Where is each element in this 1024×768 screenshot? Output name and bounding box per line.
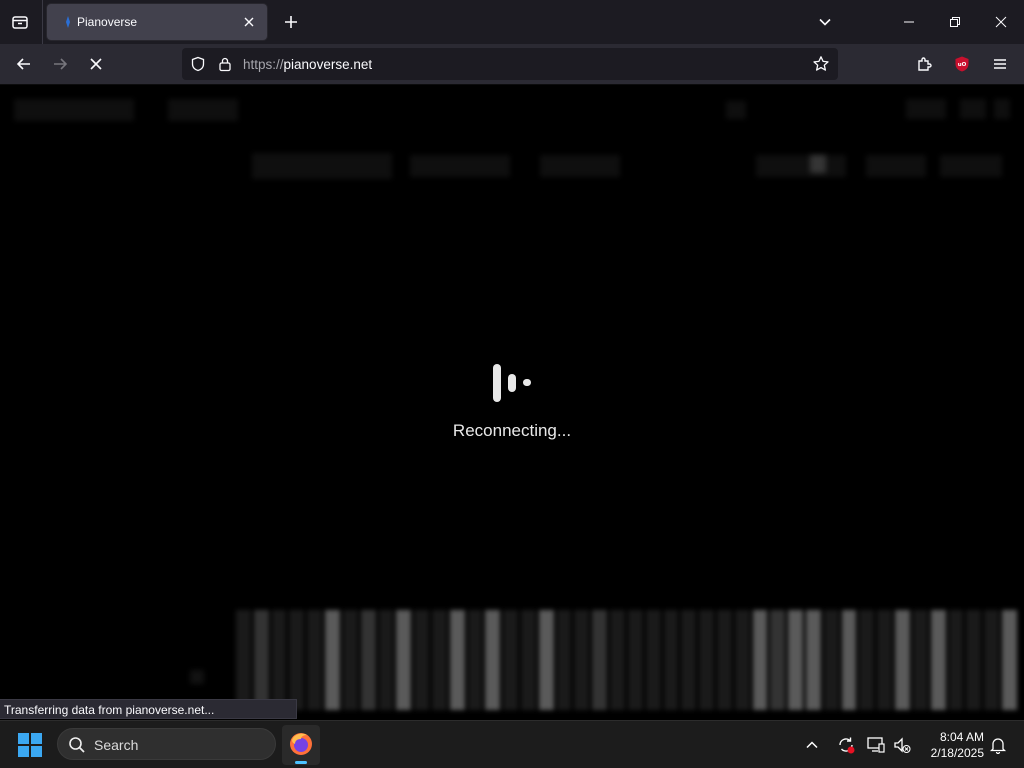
puzzle-icon xyxy=(918,57,932,71)
close-icon xyxy=(90,58,102,70)
network-monitor-icon xyxy=(867,737,885,753)
firefox-taskbar-button[interactable] xyxy=(282,725,320,765)
close-tab-button[interactable] xyxy=(237,10,261,34)
restore-window-button[interactable] xyxy=(932,0,978,44)
blurred-toolbar xyxy=(756,155,846,177)
pianoverse-favicon-icon xyxy=(66,16,70,28)
list-all-tabs-button[interactable] xyxy=(4,6,36,38)
restore-icon xyxy=(950,17,960,27)
ublock-shield-icon: uO xyxy=(955,56,969,72)
blurred-toolbar xyxy=(866,155,926,177)
plus-icon xyxy=(285,16,297,28)
close-icon xyxy=(995,16,1007,28)
new-tab-button[interactable] xyxy=(276,7,306,37)
notifications-button[interactable] xyxy=(986,733,1010,757)
svg-text:uO: uO xyxy=(958,62,967,68)
blurred-app-logo xyxy=(14,99,134,121)
tab-strip: Pianoverse xyxy=(0,0,1024,44)
minimize-window-button[interactable] xyxy=(886,0,932,44)
stop-loading-button[interactable] xyxy=(80,48,112,80)
arrow-right-icon xyxy=(54,58,68,70)
blurred-toolbar xyxy=(540,155,620,177)
hamburger-menu-icon xyxy=(994,59,1006,69)
windows-update-tray-button[interactable] xyxy=(834,733,858,757)
url-bar[interactable]: https://pianoverse.net xyxy=(182,48,838,80)
show-hidden-icons-button[interactable] xyxy=(800,733,824,757)
tab-pianoverse[interactable]: Pianoverse xyxy=(47,4,267,40)
reconnecting-loader-icon xyxy=(492,362,532,402)
app-menu-button[interactable] xyxy=(984,48,1016,80)
bookmark-button[interactable] xyxy=(810,53,832,75)
start-button[interactable] xyxy=(18,733,42,757)
blurred-header-icon xyxy=(726,101,746,119)
volume-tray-button[interactable] xyxy=(890,733,914,757)
tab-title: Pianoverse xyxy=(77,15,138,29)
blurred-toolbar xyxy=(410,155,510,177)
url-scheme: https:// xyxy=(243,57,284,72)
reconnecting-message: Reconnecting... xyxy=(452,421,572,440)
status-panel: Transferring data from pianoverse.net... xyxy=(0,699,297,719)
clock-date: 2/18/2025 xyxy=(930,746,984,760)
star-icon xyxy=(813,56,829,71)
network-tray-button[interactable] xyxy=(864,733,888,757)
extensions-button[interactable] xyxy=(908,48,940,80)
close-window-button[interactable] xyxy=(978,0,1024,44)
blurred-header-icon xyxy=(906,99,946,119)
search-icon xyxy=(69,737,85,753)
blurred-side-panel xyxy=(190,670,204,684)
url-text[interactable]: https://pianoverse.net xyxy=(243,57,372,72)
active-app-indicator xyxy=(295,761,307,764)
tab-list-icon xyxy=(12,16,28,29)
close-icon xyxy=(244,17,254,27)
taskbar-clock[interactable]: 8:04 AM 2/18/2025 xyxy=(918,729,984,761)
url-host: pianoverse.net xyxy=(283,57,373,72)
shield-icon xyxy=(191,56,205,72)
taskbar-search-box[interactable]: Search xyxy=(57,728,276,760)
blurred-header-icon xyxy=(994,99,1010,119)
firefox-icon xyxy=(290,733,312,755)
back-button[interactable] xyxy=(8,48,40,80)
chevron-up-icon xyxy=(806,741,818,749)
blurred-piano-keyboard xyxy=(236,610,1020,710)
speaker-muted-icon xyxy=(894,737,911,754)
blurred-app-room-label xyxy=(168,99,238,121)
clock-time: 8:04 AM xyxy=(939,730,984,744)
tab-separator xyxy=(42,0,43,44)
lock-icon xyxy=(219,57,231,72)
windows-taskbar: Search 8:04 AM 2/18/2025 xyxy=(0,720,1024,768)
sync-alert-icon xyxy=(839,737,855,754)
forward-button[interactable] xyxy=(44,48,76,80)
site-security-button[interactable] xyxy=(215,54,235,74)
arrow-left-icon xyxy=(16,58,30,70)
blurred-toolbar xyxy=(810,155,826,173)
blurred-header-icon xyxy=(960,99,986,119)
page-content: Reconnecting... xyxy=(0,85,1024,720)
bell-icon xyxy=(989,738,1007,754)
tab-overflow-button[interactable] xyxy=(810,7,840,37)
blurred-toolbar xyxy=(940,155,1002,177)
search-label: Search xyxy=(94,737,139,753)
tracking-protection-button[interactable] xyxy=(188,54,208,74)
minimize-icon xyxy=(904,21,914,23)
chevron-down-icon xyxy=(819,18,831,26)
ublock-origin-button[interactable]: uO xyxy=(946,48,978,80)
blurred-toolbar xyxy=(252,153,392,179)
